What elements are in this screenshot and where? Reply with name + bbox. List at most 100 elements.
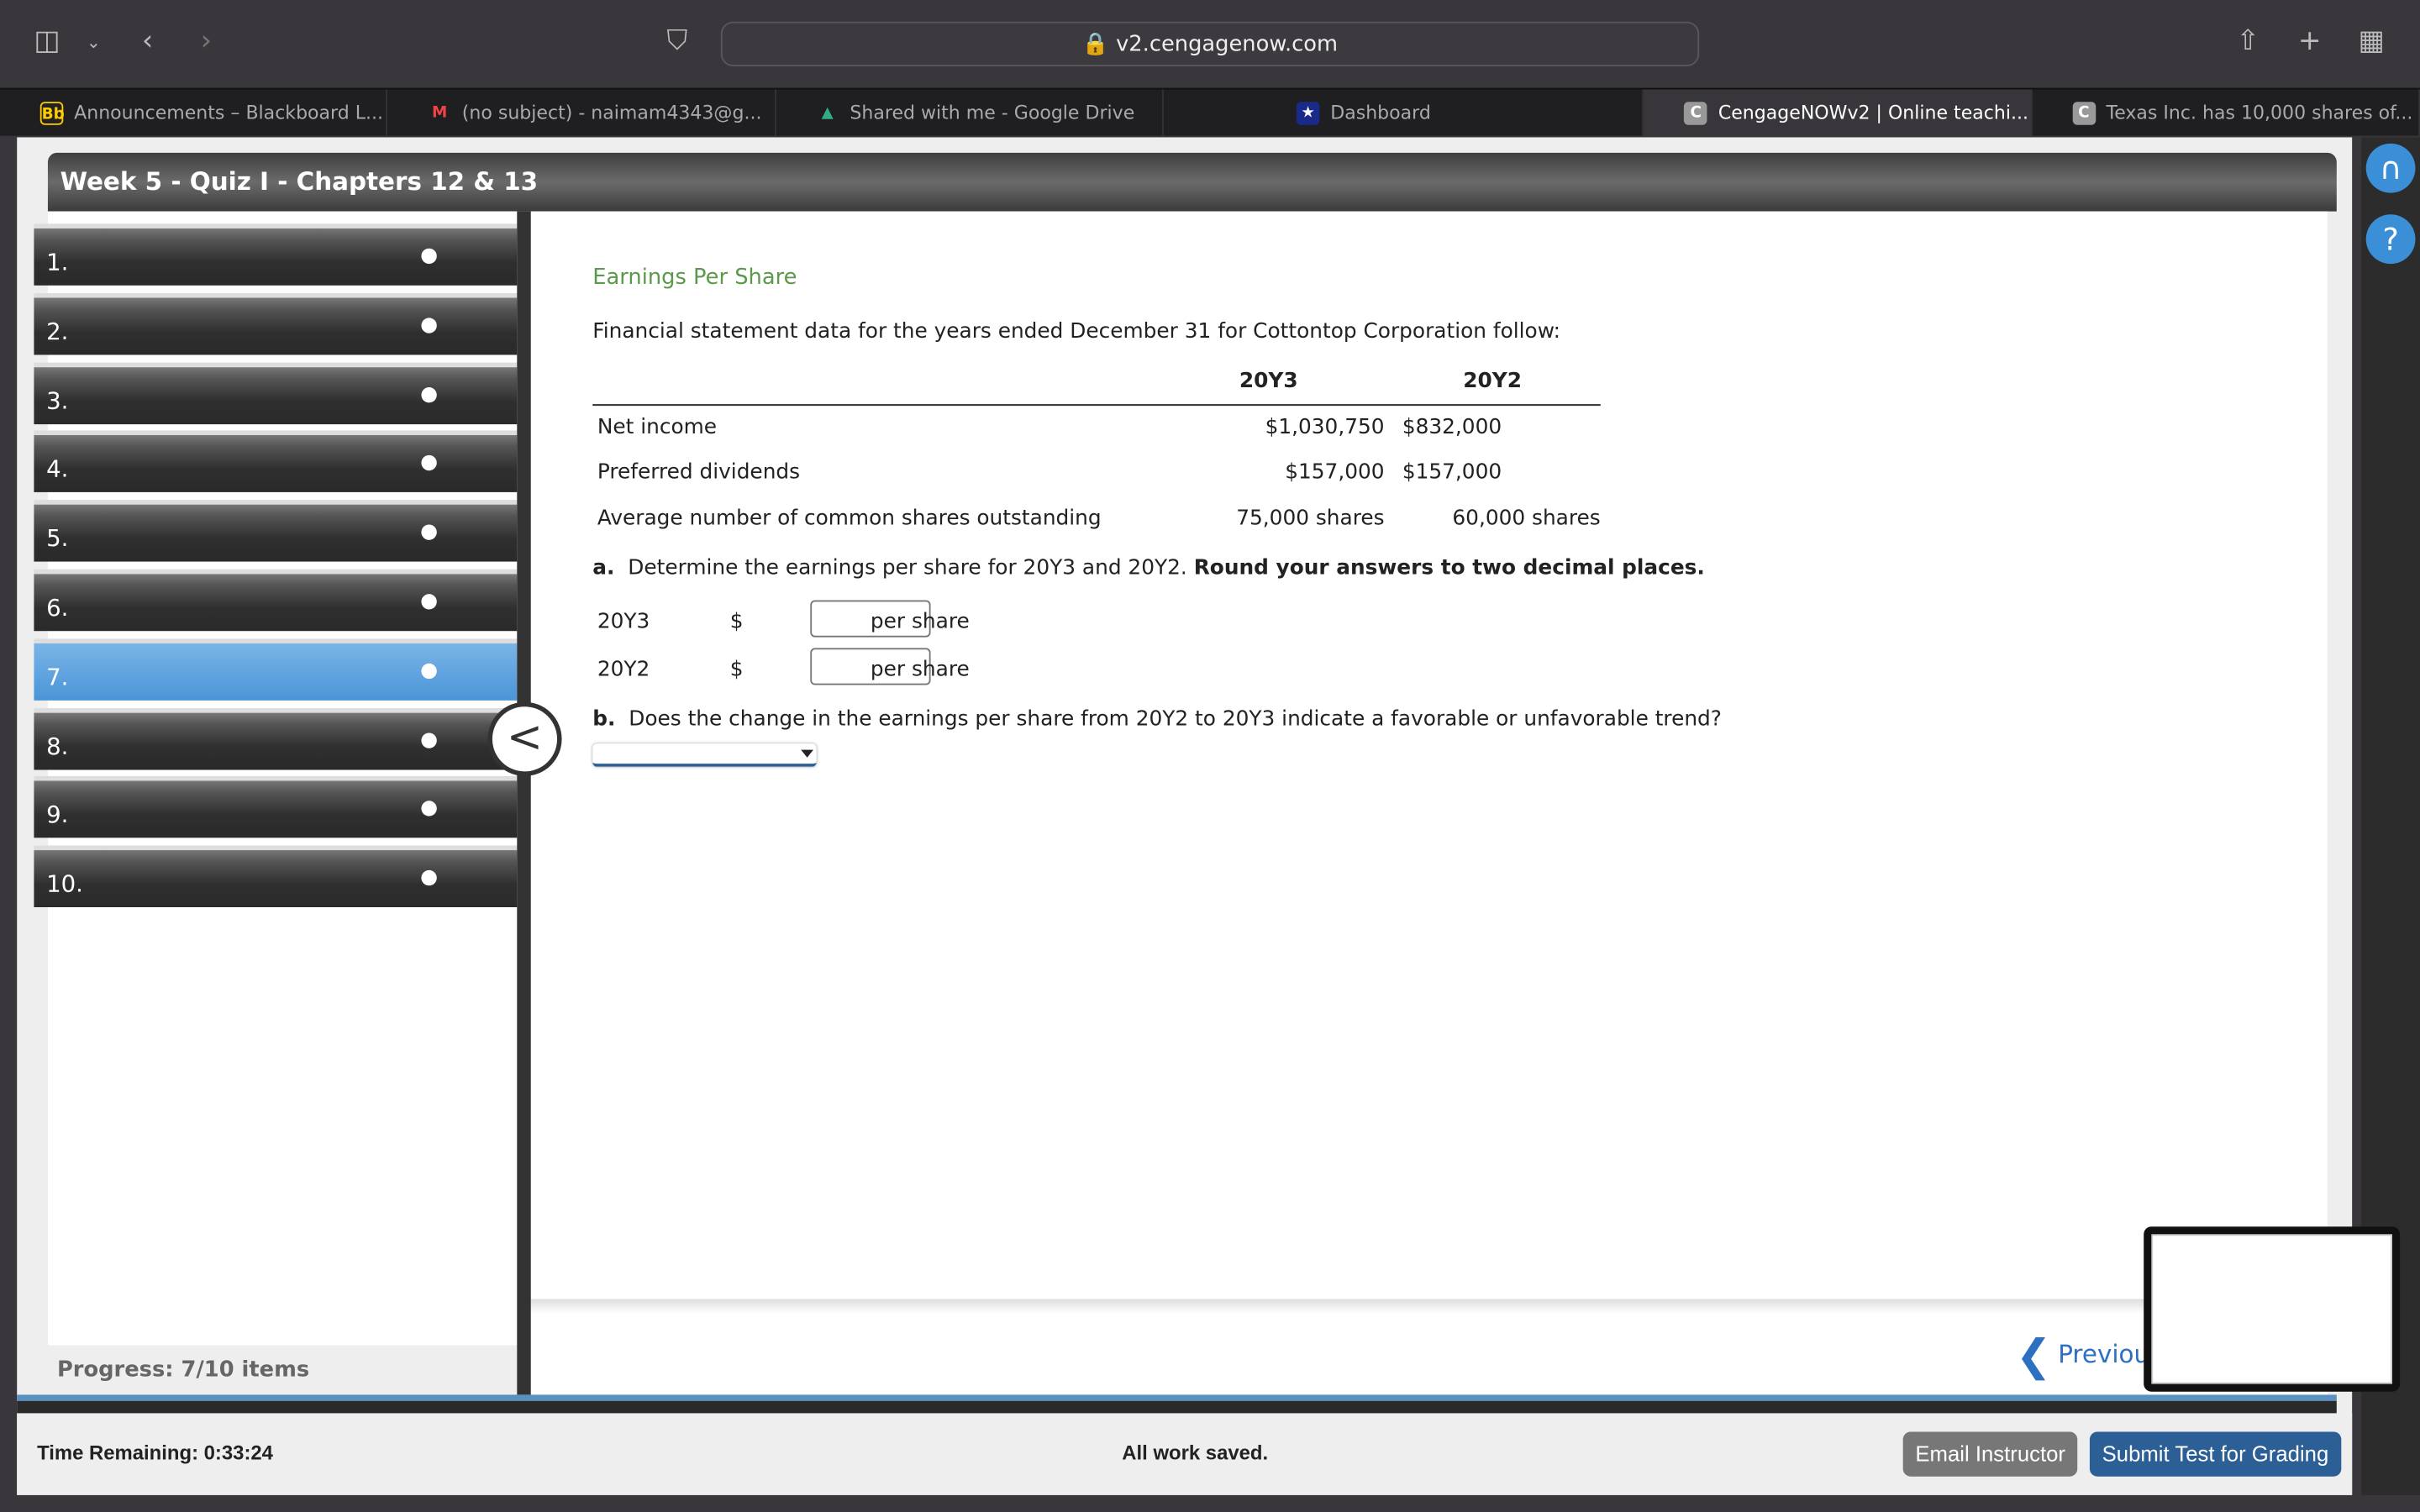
tab-google-drive[interactable]: ▲ Shared with me - Google Drive (776, 89, 1164, 136)
tab-gmail[interactable]: M (no subject) - naimam4343@g... (388, 89, 776, 136)
problem-intro: Financial statement data for the years e… (592, 319, 1560, 344)
forward-icon[interactable]: › (201, 24, 212, 57)
question-item-8[interactable]: 8. (34, 707, 518, 769)
answer-row-20y3: 20Y3 $ per share (597, 600, 970, 638)
tab-cengage[interactable]: C CengageNOWv2 | Online teachi... (1644, 89, 2033, 136)
question-number: 3. (46, 386, 69, 415)
table-cell: $832,000 (1402, 415, 1502, 440)
collapse-sidebar-button[interactable]: < (487, 701, 562, 776)
status-dot-icon (421, 870, 437, 886)
status-bar: Time Remaining: 0:33:24 All work saved. … (17, 1413, 2353, 1495)
part-label: b. (592, 706, 616, 732)
problem-title: Earnings Per Share (592, 265, 797, 291)
question-number: 9. (46, 801, 69, 830)
question-item-6[interactable]: 6. (34, 569, 518, 632)
question-item-5[interactable]: 5. (34, 500, 518, 562)
tab-label: Shared with me - Google Drive (850, 102, 1135, 123)
sidebar-toggle-icon[interactable]: ◫ (34, 24, 60, 57)
year-label: 20Y2 (597, 657, 650, 682)
status-dot-icon (421, 524, 437, 541)
quiz-page: Week 5 - Quiz I - Chapters 12 & 13 1. 2. 3… (17, 137, 2353, 1495)
tab-texas[interactable]: C Texas Inc. has 10,000 shares of... (2032, 89, 2420, 136)
question-item-10[interactable]: 10. (34, 845, 518, 908)
dashboard-icon: ★ (1296, 102, 1320, 125)
part-label: a. (592, 555, 615, 580)
question-item-9[interactable]: 9. (34, 776, 518, 839)
address-bar[interactable]: 🔒 v2.cengagenow.com (720, 21, 1700, 66)
screenshot-thumbnail[interactable] (2144, 1226, 2401, 1392)
table-cell: 75,000 shares (1236, 505, 1385, 531)
help-icon[interactable]: ? (2365, 214, 2416, 265)
question-item-4[interactable]: 4. (34, 431, 518, 493)
nav-footer: ❮ Previous (530, 1299, 2328, 1395)
answer-row-20y2: 20Y2 $ per share (597, 648, 970, 685)
shield-icon[interactable]: ⛉ (666, 24, 687, 57)
status-dot-icon (421, 732, 437, 748)
dark-bar (17, 1400, 2337, 1414)
tab-label: Announcements – Blackboard L... (74, 102, 384, 123)
progress-text: Progress: 7/10 items (47, 1345, 518, 1395)
drive-icon: ▲ (821, 104, 834, 123)
question-item-7[interactable]: 7. (34, 638, 518, 701)
question-item-1[interactable]: 1. (34, 223, 518, 286)
blackboard-icon: Bb (39, 102, 65, 125)
table-row: Preferred dividends $157,000 $157,000 (592, 449, 1600, 495)
status-dot-icon (421, 594, 437, 610)
dollar-sign: $ (729, 657, 744, 682)
dollar-sign: $ (729, 609, 744, 634)
table-row: Net income $1,030,750 $832,000 (592, 404, 1600, 449)
tab-dashboard[interactable]: ★ Dashboard (1164, 89, 1644, 136)
question-content: Earnings Per Share Financial statement d… (530, 211, 2328, 1299)
column-header: 20Y2 (1384, 358, 1601, 406)
table-cell: $1,030,750 (1265, 415, 1385, 440)
gmail-icon: M (431, 104, 448, 123)
table-cell: $157,000 (1285, 459, 1385, 486)
table-row: Average number of common shares outstand… (592, 496, 1601, 541)
new-tab-icon[interactable]: + (2298, 24, 2322, 57)
cengage-icon: C (2072, 102, 2096, 125)
table-cell: $157,000 (1402, 459, 1502, 486)
url-text: v2.cengagenow.com (1116, 32, 1339, 57)
tab-label: CengageNOWv2 | Online teachi... (1718, 102, 2029, 123)
tab-bar: Bb Announcements – Blackboard L... M (no s… (0, 87, 2420, 136)
question-number: 6. (46, 594, 69, 622)
share-icon[interactable]: ⇧ (2236, 24, 2260, 57)
unit-label: per share (870, 657, 970, 682)
question-number: 5. (46, 524, 69, 553)
unit-label: per share (870, 609, 970, 634)
headset-icon[interactable]: ∩ (2365, 143, 2416, 193)
status-dot-icon (421, 801, 437, 817)
year-label: 20Y3 (597, 609, 650, 634)
part-b-text: Does the change in the earnings per shar… (629, 706, 1722, 732)
question-number: 1. (46, 248, 69, 276)
divider (517, 211, 531, 1395)
question-item-2[interactable]: 2. (34, 292, 518, 355)
status-dot-icon (421, 317, 437, 333)
status-dot-icon (421, 455, 437, 471)
email-instructor-button[interactable]: Email Instructor (1902, 1431, 2078, 1477)
question-list: 1. 2. 3. 4. 5. 6. 7. 8. 9. 10. (34, 211, 518, 1346)
question-item-3[interactable]: 3. (34, 361, 518, 424)
tab-label: (no subject) - naimam4343@g... (461, 102, 762, 123)
tab-overview-icon[interactable]: ▦ (2359, 24, 2385, 57)
status-dot-icon (421, 663, 437, 679)
accent-bar (17, 1394, 2337, 1401)
data-table: 20Y3 20Y2 Net income $1,030,750 $832,000 Pre… (592, 358, 1601, 541)
submit-test-button[interactable]: Submit Test for Grading (2089, 1431, 2341, 1477)
part-a: a. Determine the earnings per share for … (592, 555, 1705, 580)
question-number: 4. (46, 455, 69, 484)
thumbnail-image (2151, 1234, 2392, 1384)
back-icon[interactable]: ‹ (142, 24, 153, 57)
status-dot-icon (421, 248, 437, 265)
column-header (592, 358, 1154, 406)
chevron-down-icon[interactable]: ⌄ (87, 33, 101, 53)
previous-button[interactable]: ❮ Previous (2016, 1330, 2163, 1381)
trend-dropdown[interactable] (592, 743, 817, 767)
table-cell: 60,000 shares (1452, 505, 1601, 531)
tab-blackboard[interactable]: Bb Announcements – Blackboard L... (0, 89, 388, 136)
table-cell: Average number of common shares outstand… (597, 505, 1102, 531)
chevron-left-icon: ❮ (2015, 1330, 2052, 1381)
status-dot-icon (421, 386, 437, 402)
part-a-instruction: Round your answers to two decimal places… (1193, 555, 1705, 580)
table-cell: Net income (597, 415, 718, 440)
